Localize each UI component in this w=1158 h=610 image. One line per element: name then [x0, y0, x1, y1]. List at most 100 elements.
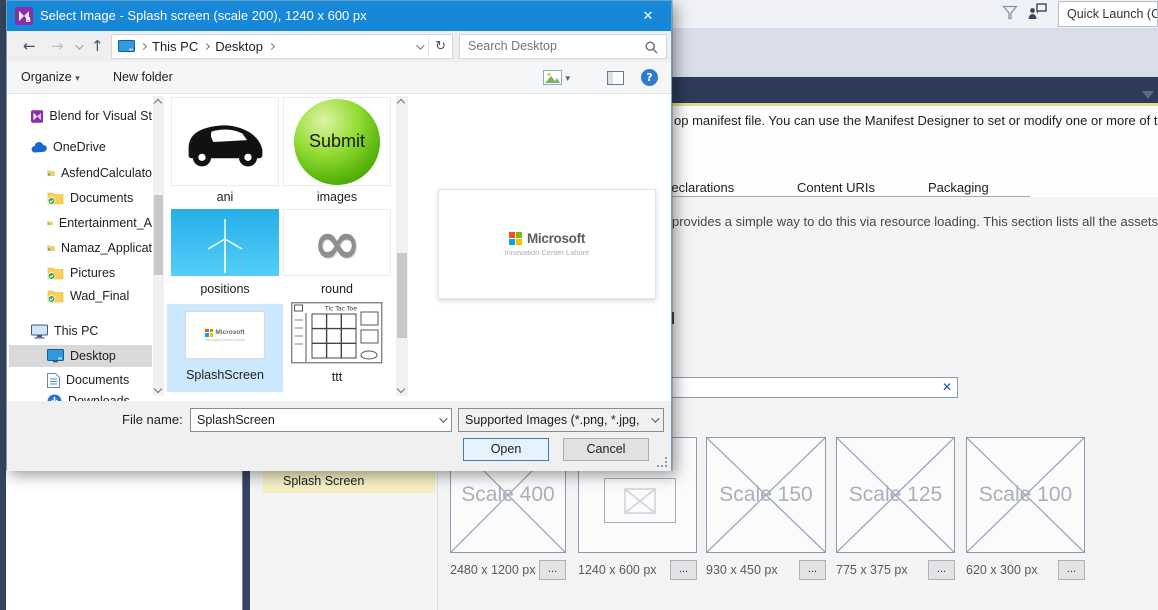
file-thumbnail-ani[interactable]	[171, 97, 279, 186]
sidebar-item-desktop[interactable]: Desktop	[9, 345, 152, 367]
cancel-button[interactable]: Cancel	[563, 438, 649, 461]
scale-150-dropzone[interactable]: Scale 150	[706, 437, 826, 553]
crumb-desktop[interactable]: Desktop	[215, 39, 263, 54]
address-dropdown-icon[interactable]	[416, 40, 425, 50]
file-label[interactable]: SplashScreen	[167, 368, 283, 382]
sidebar-label: Wad_Final	[70, 289, 130, 303]
file-label[interactable]: positions	[171, 282, 279, 296]
scale-size-text: 620 x 300 px	[966, 563, 1038, 577]
file-label[interactable]: ttt	[283, 370, 391, 384]
crumb-this-pc[interactable]: This PC	[152, 39, 198, 54]
browse-image-button[interactable]: ...	[928, 560, 955, 580]
new-folder-button[interactable]: New folder	[113, 70, 173, 84]
help-icon[interactable]: ?	[641, 69, 658, 86]
scrollbar-thumb[interactable]	[154, 195, 163, 275]
sidebar-item-downloads[interactable]: Downloads	[9, 390, 152, 401]
browse-image-button[interactable]: ...	[539, 560, 566, 580]
sidebar-item-blend[interactable]: Blend for Visual St	[9, 105, 152, 127]
synced-folder-icon	[47, 192, 64, 205]
view-mode-button[interactable]: ▾	[543, 70, 570, 88]
image-placeholder-icon	[624, 487, 656, 514]
sidebar-item-namaz[interactable]: Namaz_Applicat	[9, 237, 152, 259]
browse-image-button[interactable]: ...	[670, 560, 697, 580]
file-label[interactable]: images	[283, 190, 391, 204]
scroll-down-icon[interactable]	[396, 384, 406, 394]
dialog-main-area: Blend for Visual St OneDrive AsfendCalcu…	[7, 94, 671, 401]
file-thumbnail-ttt[interactable]: Tic Tac Toe	[291, 302, 383, 369]
file-name-value: SplashScreen	[197, 413, 275, 427]
ms-subtitle-mini: Innovation Center Lahore	[205, 337, 245, 342]
synced-folder-icon	[47, 290, 64, 303]
filelist-scrollbar[interactable]	[396, 96, 408, 396]
file-label[interactable]: ani	[171, 190, 279, 204]
scale-size-text: 2480 x 1200 px	[450, 563, 536, 577]
scroll-up-icon[interactable]	[153, 98, 163, 108]
file-thumbnail-positions[interactable]	[171, 209, 279, 276]
forward-icon[interactable]: →	[51, 34, 64, 58]
scrollbar-thumb[interactable]	[397, 253, 407, 338]
blend-icon	[31, 109, 44, 123]
sidebar-scrollbar[interactable]	[153, 96, 164, 396]
feedback-smiley-icon[interactable]	[1002, 5, 1018, 21]
sidebar-item-entertainment[interactable]: Entertainment_A	[9, 212, 152, 234]
picture-view-icon	[543, 70, 562, 85]
tab-packaging[interactable]: Packaging	[928, 180, 989, 195]
select-image-dialog: B Select Image - Splash screen (scale 20…	[6, 0, 672, 471]
scale-100-dropzone[interactable]: Scale 100	[966, 437, 1085, 553]
browse-image-button[interactable]: ...	[1058, 560, 1085, 580]
crumb-separator-icon[interactable]	[203, 42, 211, 51]
browse-image-button[interactable]: ...	[799, 560, 826, 580]
file-name-dropdown-icon[interactable]	[439, 414, 448, 423]
sidebar-item-documents-onedrive[interactable]: Documents	[9, 187, 152, 209]
scroll-down-icon[interactable]	[153, 384, 163, 394]
tab-declarations[interactable]: Declarations	[662, 180, 734, 195]
submit-image-text: Submit	[308, 131, 366, 151]
back-icon[interactable]: ←	[23, 34, 36, 58]
sidebar-item-asfendcalculator[interactable]: AsfendCalculato	[9, 162, 152, 184]
file-type-select[interactable]: Supported Images (*.png, *.jpg,	[458, 408, 664, 432]
resize-grip[interactable]	[657, 457, 667, 467]
send-feedback-icon[interactable]	[1028, 3, 1047, 20]
sidebar-item-pictures[interactable]: Pictures	[9, 262, 152, 284]
scroll-up-icon[interactable]	[396, 98, 406, 108]
file-thumbnail-round[interactable]: ∞	[283, 209, 391, 276]
file-thumbnail-splashscreen-selected[interactable]: Microsoft Innovation Center Lahore Splas…	[167, 304, 283, 392]
ms-brand-mini: Microsoft	[215, 329, 245, 336]
asset-list-item-splash-screen[interactable]: Splash Screen	[263, 470, 435, 493]
file-label[interactable]: round	[283, 282, 391, 296]
submit-button-image: Submit	[294, 98, 380, 185]
sidebar-item-wad-final[interactable]: Wad_Final	[9, 285, 152, 307]
clear-filter-icon[interactable]: ✕	[942, 380, 952, 394]
refresh-icon[interactable]: ↻	[435, 39, 446, 54]
clipped-text-fragment	[672, 312, 674, 324]
asset-filter-input[interactable]: ✕	[661, 377, 958, 398]
file-type-value: Supported Images (*.png, *.jpg,	[465, 413, 640, 427]
search-input[interactable]: Search Desktop	[459, 34, 667, 59]
dialog-title: Select Image - Splash screen (scale 200)…	[40, 8, 367, 23]
crumb-separator-icon[interactable]	[267, 42, 275, 51]
tab-content-uris[interactable]: Content URIs	[797, 180, 875, 195]
preview-pane-icon[interactable]	[607, 71, 624, 85]
breadcrumb[interactable]: This PC Desktop ↻	[111, 34, 453, 59]
scale-125-dropzone[interactable]: Scale 125	[836, 437, 955, 553]
organize-button[interactable]: Organize ▾	[21, 70, 80, 84]
file-name-input[interactable]: SplashScreen	[190, 408, 452, 432]
search-icon[interactable]	[645, 41, 658, 54]
dialog-command-bar: Organize ▾ New folder ▾ ?	[7, 62, 671, 94]
sidebar-item-onedrive[interactable]: OneDrive	[9, 136, 152, 158]
synced-folder-icon	[47, 267, 64, 280]
open-button[interactable]: Open	[463, 438, 549, 461]
quick-launch-input[interactable]: Quick Launch (Ctrl+Q)	[1058, 1, 1158, 27]
sidebar-label: Downloads	[68, 394, 130, 401]
dialog-titlebar[interactable]: B Select Image - Splash screen (scale 20…	[7, 1, 671, 31]
scale-size-text: 1240 x 600 px	[578, 563, 657, 577]
tab-overflow-icon[interactable]	[1142, 91, 1154, 99]
file-thumbnail-images[interactable]: Submit	[283, 97, 391, 186]
sidebar-item-documents[interactable]: Documents	[9, 369, 152, 391]
sidebar-label: This PC	[54, 324, 99, 338]
close-icon[interactable]: ✕	[625, 1, 671, 31]
sidebar-item-this-pc[interactable]: This PC	[9, 320, 152, 342]
up-icon[interactable]: ↑	[91, 34, 104, 58]
history-chevron-icon[interactable]	[75, 41, 84, 50]
file-type-dropdown-icon	[651, 414, 660, 423]
